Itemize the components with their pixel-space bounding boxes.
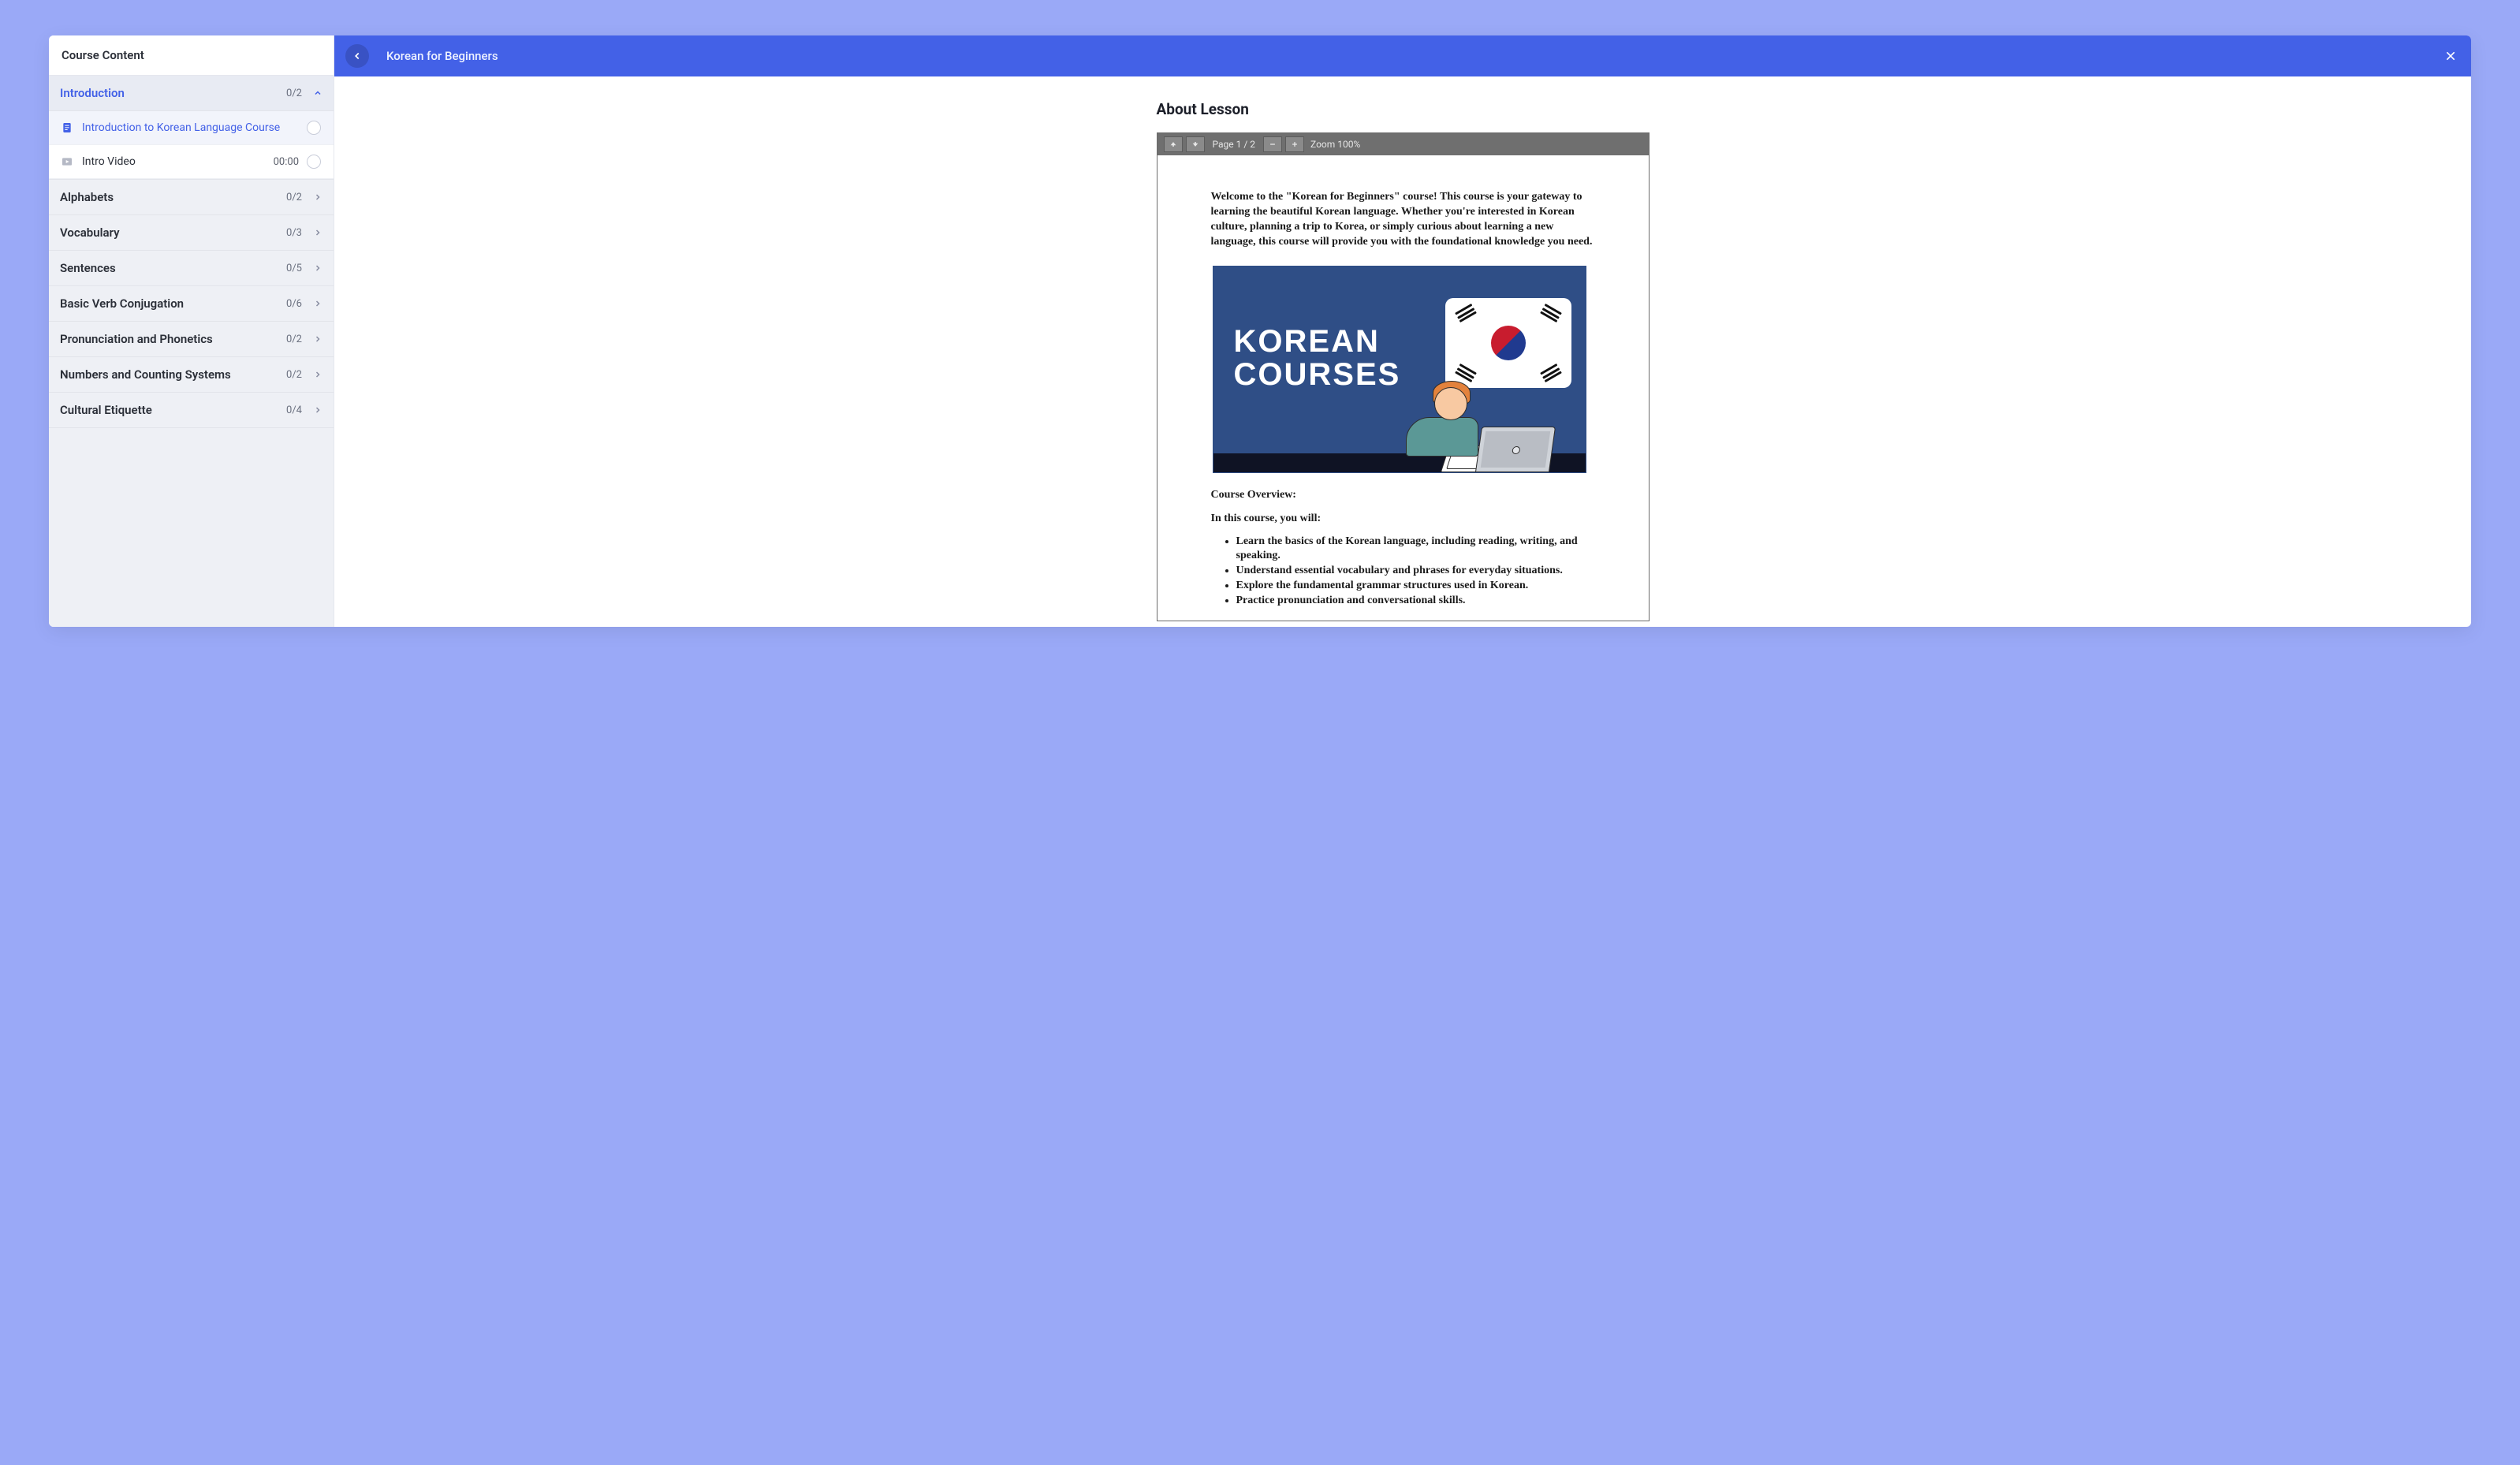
- section-title: Sentences: [60, 261, 286, 275]
- minus-icon: [1269, 140, 1277, 148]
- hero-text: KOREAN COURSES: [1234, 325, 1401, 391]
- page-down-button[interactable]: [1186, 136, 1205, 152]
- zoom-in-button[interactable]: [1285, 136, 1304, 152]
- section-body-introduction: Introduction to Korean Language Course I…: [49, 111, 334, 179]
- app-window: Course Content Introduction 0/2 Introduc…: [49, 35, 2471, 627]
- section-count: 0/3: [286, 227, 302, 239]
- overview-lead: In this course, you will:: [1211, 513, 1594, 525]
- pdf-page[interactable]: Welcome to the "Korean for Beginners" co…: [1157, 155, 1649, 621]
- completion-circle[interactable]: [307, 155, 321, 169]
- section-title: Basic Verb Conjugation: [60, 296, 286, 311]
- chevron-left-icon: [352, 50, 363, 62]
- student-illustration: [1478, 427, 1553, 472]
- back-button[interactable]: [345, 44, 369, 68]
- course-title: Korean for Beginners: [386, 49, 2441, 63]
- arrow-up-icon: [1169, 140, 1177, 148]
- lesson-duration: 00:00: [274, 156, 299, 168]
- taegeuk-icon: [1491, 326, 1526, 360]
- topbar: Korean for Beginners: [334, 35, 2471, 76]
- chevron-right-icon: [313, 370, 322, 379]
- section-title: Numbers and Counting Systems: [60, 367, 286, 382]
- pdf-viewer: Page 1 / 2 Zoom 100% Welcome to the "Kor…: [1157, 132, 1650, 621]
- main-area: Korean for Beginners About Lesson Page 1…: [334, 35, 2471, 627]
- korean-flag-illustration: [1445, 298, 1571, 388]
- chevron-right-icon: [313, 192, 322, 202]
- section-count: 0/6: [286, 298, 302, 310]
- hero-illustration: KOREAN COURSES: [1213, 266, 1586, 473]
- section-sentences: Sentences 0/5: [49, 251, 334, 286]
- chevron-up-icon: [313, 88, 322, 98]
- section-head-basic-verb-conjugation[interactable]: Basic Verb Conjugation 0/6: [49, 286, 334, 321]
- section-introduction: Introduction 0/2 Introduction to Korean …: [49, 76, 334, 180]
- section-count: 0/2: [286, 192, 302, 203]
- chevron-right-icon: [313, 263, 322, 273]
- overview-list: Learn the basics of the Korean language,…: [1236, 535, 1594, 609]
- overview-heading: Course Overview:: [1211, 489, 1594, 501]
- overview-bullet: Learn the basics of the Korean language,…: [1236, 535, 1594, 565]
- section-title: Cultural Etiquette: [60, 403, 286, 417]
- page-up-button[interactable]: [1164, 136, 1183, 152]
- laptop-illustration: [1474, 427, 1555, 472]
- section-head-cultural-etiquette[interactable]: Cultural Etiquette 0/4: [49, 393, 334, 427]
- section-count: 0/2: [286, 88, 302, 99]
- plus-icon: [1291, 140, 1299, 148]
- section-cultural-etiquette: Cultural Etiquette 0/4: [49, 393, 334, 428]
- section-count: 0/4: [286, 404, 302, 416]
- section-head-sentences[interactable]: Sentences 0/5: [49, 251, 334, 285]
- section-head-vocabulary[interactable]: Vocabulary 0/3: [49, 215, 334, 250]
- sidebar: Course Content Introduction 0/2 Introduc…: [49, 35, 334, 627]
- section-numbers-counting: Numbers and Counting Systems 0/2: [49, 357, 334, 393]
- lesson-title: Introduction to Korean Language Course: [82, 121, 307, 134]
- zoom-indicator: Zoom 100%: [1310, 139, 1360, 150]
- page-indicator: Page 1 / 2: [1213, 139, 1256, 150]
- section-vocabulary: Vocabulary 0/3: [49, 215, 334, 251]
- document-icon: [60, 121, 74, 135]
- lesson-heading: About Lesson: [1157, 100, 1650, 118]
- section-head-alphabets[interactable]: Alphabets 0/2: [49, 180, 334, 214]
- overview-bullet: Explore the fundamental grammar structur…: [1236, 579, 1594, 594]
- trigram-icon: [1455, 304, 1477, 322]
- section-head-pronunciation-phonetics[interactable]: Pronunciation and Phonetics 0/2: [49, 322, 334, 356]
- section-title: Alphabets: [60, 190, 286, 204]
- chevron-right-icon: [313, 228, 322, 237]
- chevron-right-icon: [313, 405, 322, 415]
- content: About Lesson Page 1 / 2: [334, 76, 2471, 627]
- trigram-icon: [1540, 304, 1562, 322]
- section-count: 0/2: [286, 334, 302, 345]
- section-basic-verb-conjugation: Basic Verb Conjugation 0/6: [49, 286, 334, 322]
- completion-circle[interactable]: [307, 121, 321, 135]
- section-count: 0/5: [286, 263, 302, 274]
- close-icon: [2444, 50, 2457, 62]
- chevron-right-icon: [313, 334, 322, 344]
- sidebar-header: Course Content: [49, 35, 334, 76]
- section-title: Introduction: [60, 86, 286, 100]
- trigram-icon: [1455, 363, 1477, 382]
- section-head-numbers-counting[interactable]: Numbers and Counting Systems 0/2: [49, 357, 334, 392]
- pdf-toolbar: Page 1 / 2 Zoom 100%: [1157, 133, 1649, 155]
- lesson-title: Intro Video: [82, 155, 274, 168]
- section-alphabets: Alphabets 0/2: [49, 180, 334, 215]
- section-count: 0/2: [286, 369, 302, 381]
- section-head-introduction[interactable]: Introduction 0/2: [49, 76, 334, 111]
- overview-bullet: Practice pronunciation and conversationa…: [1236, 594, 1594, 609]
- section-title: Pronunciation and Phonetics: [60, 332, 286, 346]
- hero-line-1: KOREAN: [1234, 325, 1401, 358]
- overview-bullet: Understand essential vocabulary and phra…: [1236, 564, 1594, 579]
- trigram-icon: [1540, 363, 1562, 382]
- section-title: Vocabulary: [60, 226, 286, 240]
- zoom-out-button[interactable]: [1263, 136, 1282, 152]
- lesson-intro-course[interactable]: Introduction to Korean Language Course: [49, 111, 334, 145]
- lesson-intro-video[interactable]: Intro Video 00:00: [49, 145, 334, 179]
- close-button[interactable]: [2441, 47, 2460, 65]
- intro-paragraph: Welcome to the "Korean for Beginners" co…: [1211, 190, 1594, 250]
- play-icon: [60, 155, 74, 169]
- hero-line-2: COURSES: [1234, 358, 1401, 391]
- chevron-right-icon: [313, 299, 322, 308]
- arrow-down-icon: [1191, 140, 1199, 148]
- section-pronunciation-phonetics: Pronunciation and Phonetics 0/2: [49, 322, 334, 357]
